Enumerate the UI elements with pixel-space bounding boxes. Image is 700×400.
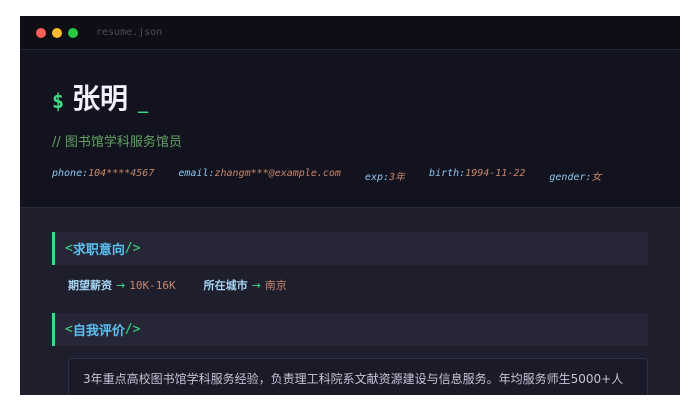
window-title: resume.json [96,27,163,38]
meta-email: email:zhangm***@example.com [178,168,341,179]
close-dot[interactable] [36,27,46,38]
minimize-dot[interactable] [52,27,62,38]
meta-birth: birth:1994-11-22 [429,168,526,179]
person-name: 张明 [72,82,129,115]
profile-header: $ 张明 _ // 图书馆学科服务馆员 phone:104****4567 emai… [20,50,680,208]
expected-salary: 期望薪资 → 10K-16K [68,279,176,292]
section-header-self-evaluation: < 自我评价/> [52,313,648,346]
meta-phone: phone:104****4567 [52,168,155,179]
prompt-symbol: $ [52,89,65,113]
job-title: // 图书馆学科服务馆员 [52,135,182,150]
maximize-dot[interactable] [68,27,78,38]
meta-exp: exp:3年 [364,172,406,183]
meta-gender: gender:女 [549,172,602,183]
section-header-job-intent: < 求职意向/> [52,232,648,265]
self-evaluation-text: 3年重点高校图书馆学科服务经验，负责理工科院系文献资源建设与信息服务。年均服务师… [68,358,648,395]
contact-meta: phone:104****4567 email:zhangm***@exampl… [52,168,680,183]
job-intent-row: 期望薪资 → 10K-16K 所在城市 → 南京 [52,265,648,313]
cursor: _ [138,89,149,113]
terminal-window: resume.json $ 张明 _ // 图书馆学科服务馆员 phone:104*… [20,16,680,395]
title-bar: resume.json [20,16,680,50]
city: 所在城市 → 南京 [203,279,287,292]
